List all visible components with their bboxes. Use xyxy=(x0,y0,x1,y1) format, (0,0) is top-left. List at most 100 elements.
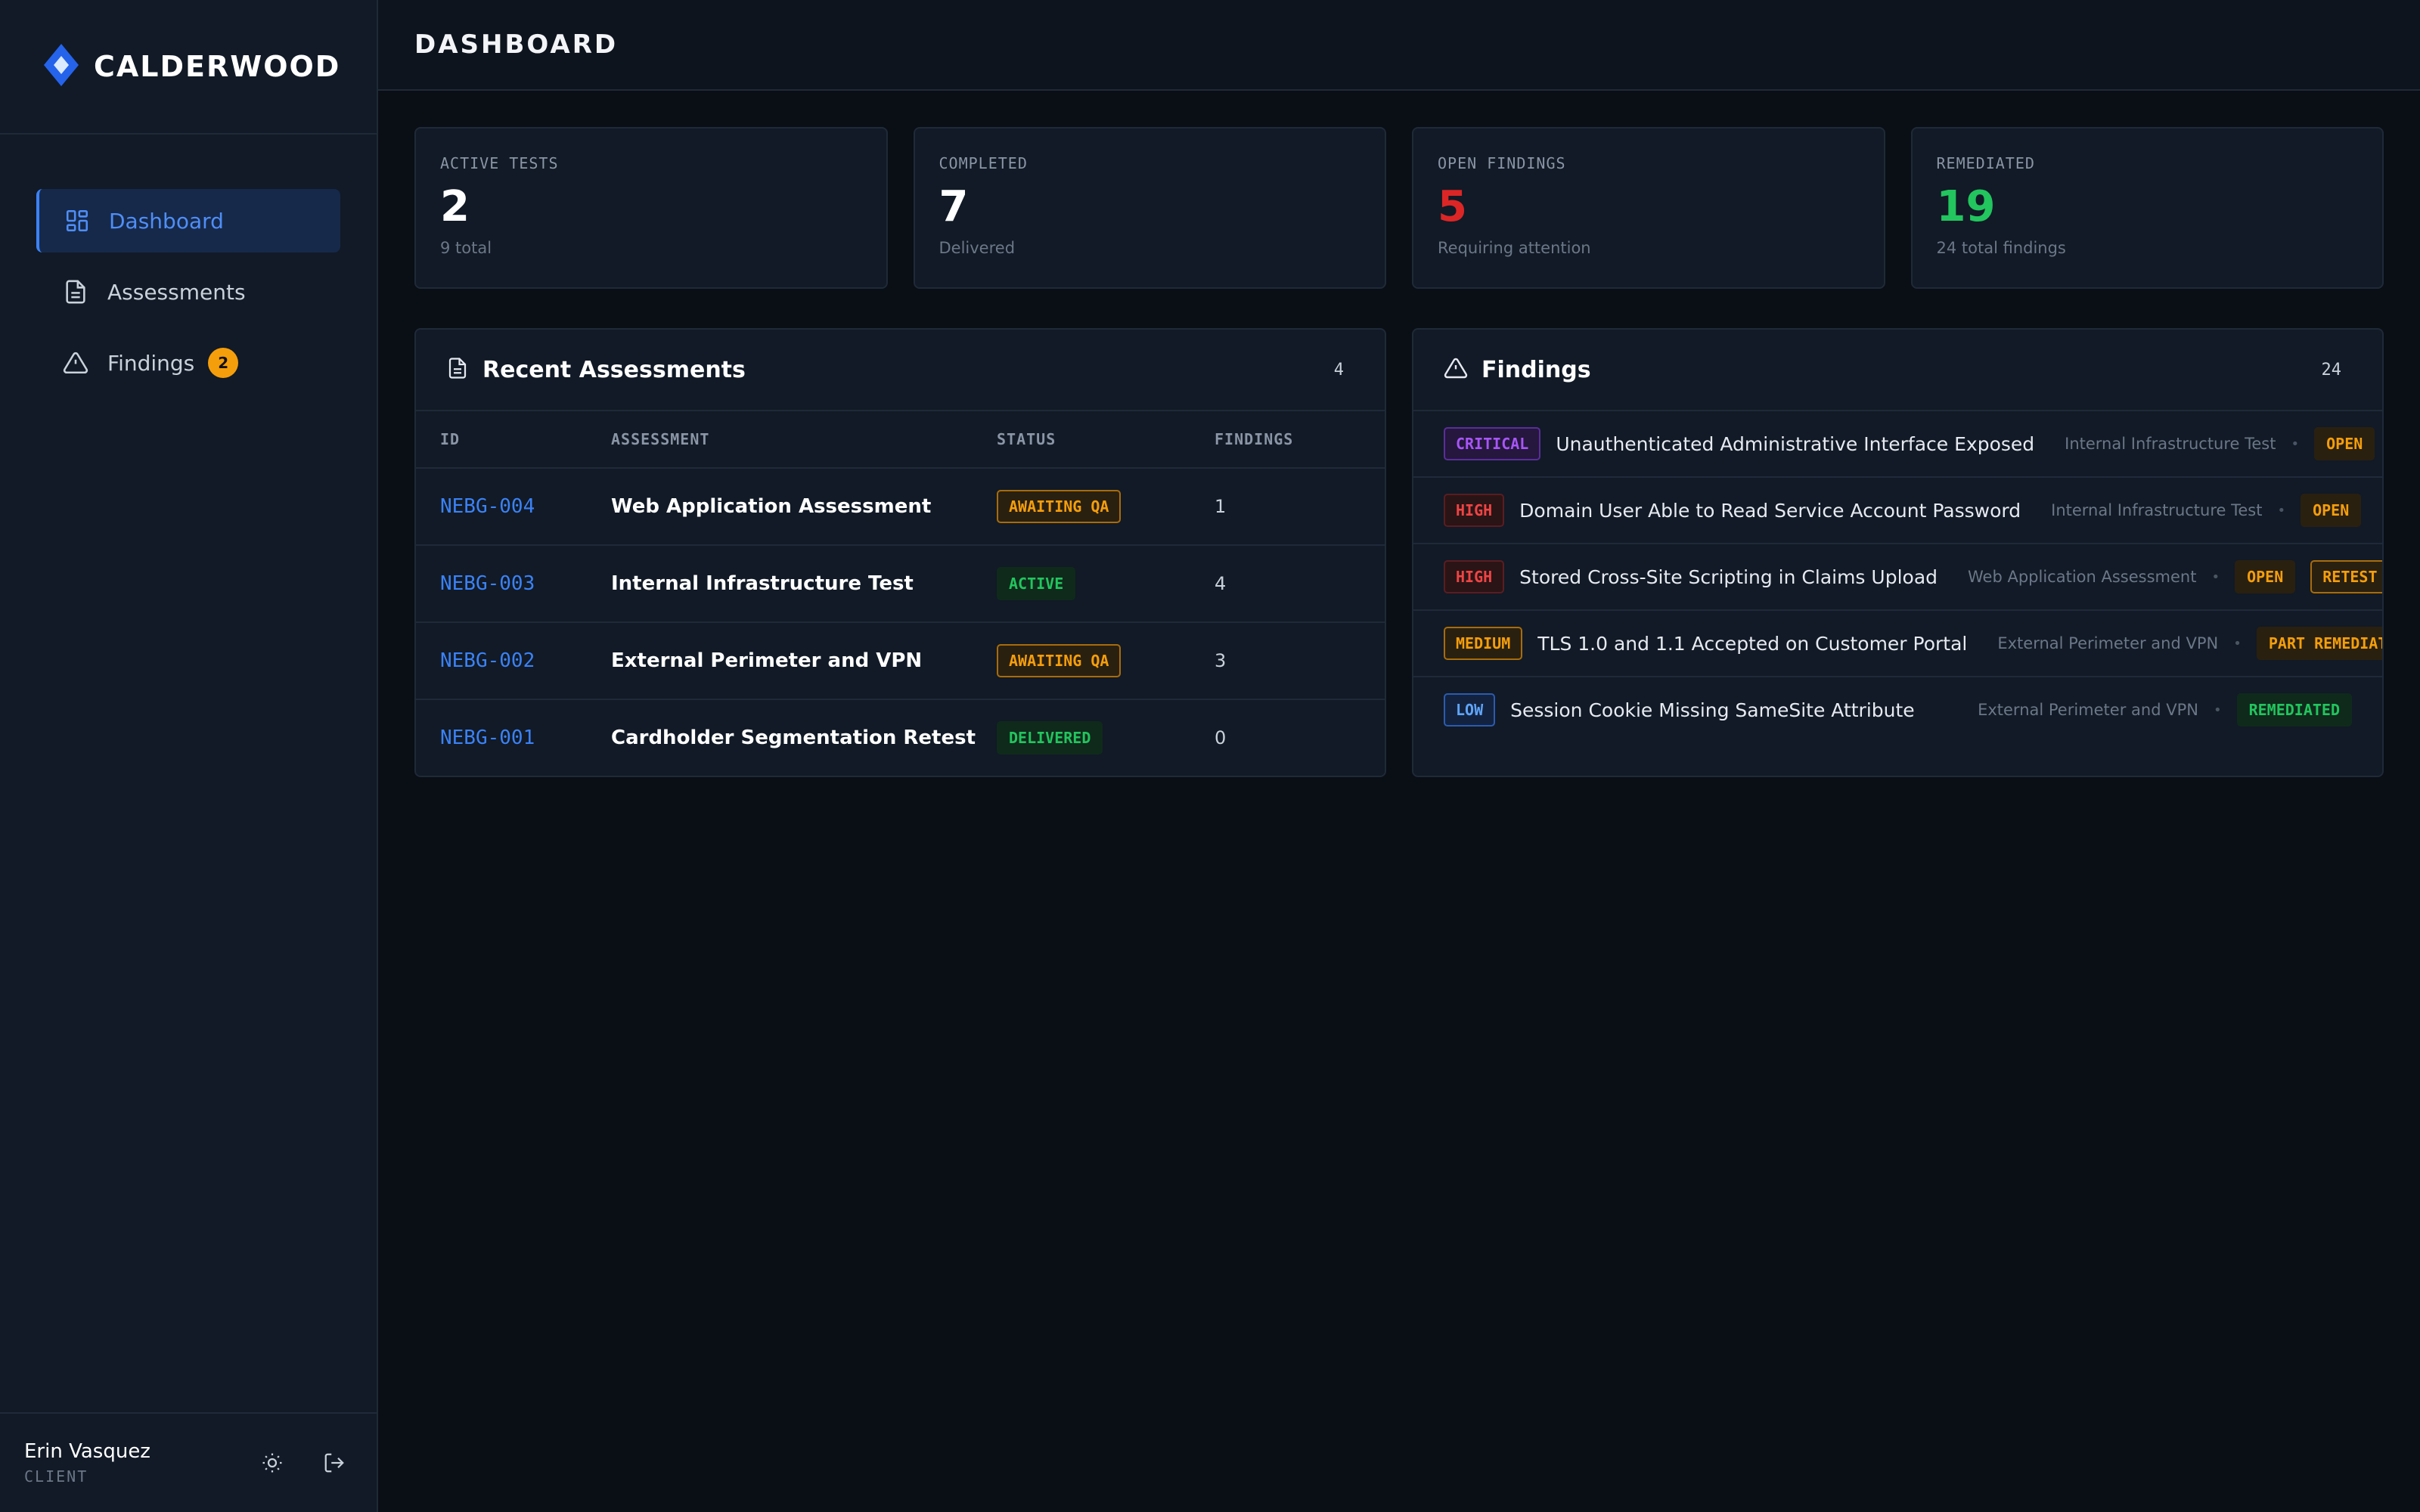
finding-item[interactable]: MEDIUM TLS 1.0 and 1.1 Accepted on Custo… xyxy=(1413,611,2382,677)
severity-badge: HIGH xyxy=(1444,560,1505,593)
column-header-id[interactable]: ID xyxy=(416,411,611,469)
finding-source: Web Application Assessment xyxy=(1968,568,2197,586)
finding-title[interactable]: Unauthenticated Administrative Interface… xyxy=(1556,433,2034,455)
status-badge: DELIVERED xyxy=(997,721,1103,754)
panel-count: 24 xyxy=(2321,360,2342,380)
separator-dot: • xyxy=(2291,435,2300,452)
stat-value: 19 xyxy=(1936,182,1996,231)
finding-item[interactable]: HIGH Stored Cross-Site Scripting in Clai… xyxy=(1413,544,2382,611)
brand[interactable]: CALDERWOOD xyxy=(0,0,377,135)
status-badge: AWAITING QA xyxy=(997,644,1122,677)
status-badge: OPEN xyxy=(2314,427,2375,460)
column-header-findings[interactable]: FINDINGS xyxy=(1215,411,1385,469)
assessment-name[interactable]: External Perimeter and VPN xyxy=(611,649,922,672)
finding-source: Internal Infrastructure Test xyxy=(2065,435,2276,453)
finding-title[interactable]: Domain User Able to Read Service Account… xyxy=(1519,500,2021,522)
user-name: Erin Vasquez xyxy=(24,1440,150,1463)
assessment-id-link[interactable]: NEBG-004 xyxy=(440,495,535,518)
finding-source: Internal Infrastructure Test xyxy=(2051,501,2263,519)
status-badge: ACTIVE xyxy=(997,567,1076,600)
findings-count: 1 xyxy=(1215,496,1227,517)
logo-diamond-icon xyxy=(42,42,80,91)
findings-count: 0 xyxy=(1215,727,1227,748)
severity-badge: LOW xyxy=(1444,693,1496,727)
separator-dot: • xyxy=(2277,502,2286,519)
stat-value: 7 xyxy=(939,182,969,231)
logout-icon[interactable] xyxy=(316,1445,352,1481)
sidebar: CALDERWOOD Dashboard Assessments Finding… xyxy=(0,0,378,1512)
panels-row: Recent Assessments 4 ID ASSESSMENT STATU… xyxy=(414,328,2384,777)
dashboard-icon xyxy=(62,206,92,236)
document-icon xyxy=(60,277,91,307)
table-row[interactable]: NEBG-003 Internal Infrastructure Test AC… xyxy=(416,545,1385,623)
finding-item[interactable]: HIGH Domain User Able to Read Service Ac… xyxy=(1413,478,2382,544)
sidebar-item-findings[interactable]: Findings 2 xyxy=(36,331,340,395)
stat-subtext: 24 total findings xyxy=(1936,239,2066,257)
finding-item[interactable]: LOW Session Cookie Missing SameSite Attr… xyxy=(1413,677,2382,742)
stats-row: ACTIVE TESTS 2 9 total COMPLETED 7 Deliv… xyxy=(414,127,2384,289)
table-row[interactable]: NEBG-002 External Perimeter and VPN AWAI… xyxy=(416,622,1385,700)
stat-subtext: Requiring attention xyxy=(1438,239,1591,257)
finding-title[interactable]: Session Cookie Missing SameSite Attribut… xyxy=(1510,699,1915,721)
stat-label: ACTIVE TESTS xyxy=(440,154,559,172)
sidebar-item-label: Dashboard xyxy=(109,208,224,234)
status-badge: REMEDIATED xyxy=(2236,693,2352,727)
assessment-name[interactable]: Web Application Assessment xyxy=(611,495,931,518)
separator-dot: • xyxy=(2211,569,2220,585)
separator-dot: • xyxy=(2213,702,2222,718)
stat-card-remediated: REMEDIATED 19 24 total findings xyxy=(1910,127,2384,289)
findings-panel: Findings 24 CRITICAL Unauthenticated Adm… xyxy=(1412,328,2384,777)
retest-badge: RETEST xyxy=(2310,560,2382,593)
user-role: CLIENT xyxy=(24,1467,88,1486)
assessment-id-link[interactable]: NEBG-003 xyxy=(440,572,535,595)
sidebar-item-label: Assessments xyxy=(107,279,246,305)
findings-count: 3 xyxy=(1215,650,1227,671)
findings-count-badge: 2 xyxy=(208,348,239,378)
finding-source: External Perimeter and VPN xyxy=(1978,701,2198,719)
table-row[interactable]: NEBG-004 Web Application Assessment AWAI… xyxy=(416,468,1385,546)
finding-title[interactable]: TLS 1.0 and 1.1 Accepted on Customer Por… xyxy=(1537,633,1967,655)
separator-dot: • xyxy=(2233,635,2242,652)
finding-source: External Perimeter and VPN xyxy=(1997,634,2219,652)
panel-title: Findings xyxy=(1481,356,1591,383)
column-header-assessment[interactable]: ASSESSMENT xyxy=(611,411,997,469)
recent-assessments-panel: Recent Assessments 4 ID ASSESSMENT STATU… xyxy=(414,328,1386,777)
brand-name: CALDERWOOD xyxy=(94,50,341,83)
stat-value: 2 xyxy=(440,182,470,231)
topbar: DASHBOARD xyxy=(378,0,2420,91)
panel-title: Recent Assessments xyxy=(482,356,746,383)
stat-card-active-tests: ACTIVE TESTS 2 9 total xyxy=(414,127,888,289)
stat-label: OPEN FINDINGS xyxy=(1438,154,1566,172)
status-badge: OPEN xyxy=(2235,560,2296,593)
main-content: DASHBOARD ACTIVE TESTS 2 9 total COMPLET… xyxy=(378,0,2420,1512)
stat-card-open-findings: OPEN FINDINGS 5 Requiring attention xyxy=(1412,127,1885,289)
panel-header: Findings 24 xyxy=(1413,330,2382,411)
column-header-status[interactable]: STATUS xyxy=(997,411,1215,469)
finding-title[interactable]: Stored Cross-Site Scripting in Claims Up… xyxy=(1519,566,1938,588)
assessment-id-link[interactable]: NEBG-001 xyxy=(440,727,535,749)
app-root: CALDERWOOD Dashboard Assessments Finding… xyxy=(0,0,2420,1512)
assessment-id-link[interactable]: NEBG-002 xyxy=(440,649,535,672)
status-badge: AWAITING QA xyxy=(997,490,1122,523)
severity-badge: HIGH xyxy=(1444,494,1505,527)
user-info: Erin Vasquez CLIENT xyxy=(24,1440,228,1486)
finding-item[interactable]: CRITICAL Unauthenticated Administrative … xyxy=(1413,411,2382,478)
severity-badge: MEDIUM xyxy=(1444,627,1523,660)
theme-toggle-sun-icon[interactable] xyxy=(254,1445,290,1481)
assessments-table: ID ASSESSMENT STATUS FINDINGS NEBG-004 W… xyxy=(416,411,1385,776)
severity-badge: CRITICAL xyxy=(1444,427,1541,460)
stat-subtext: 9 total xyxy=(440,239,492,257)
sidebar-item-dashboard[interactable]: Dashboard xyxy=(36,189,340,253)
sidebar-nav: Dashboard Assessments Findings 2 xyxy=(0,135,377,395)
stat-label: COMPLETED xyxy=(939,154,1028,172)
user-footer: Erin Vasquez CLIENT xyxy=(0,1412,377,1512)
warning-icon xyxy=(1444,356,1468,383)
stat-value: 5 xyxy=(1438,182,1467,231)
assessment-name[interactable]: Cardholder Segmentation Retest xyxy=(611,727,976,749)
page-title: DASHBOARD xyxy=(414,29,619,60)
stat-subtext: Delivered xyxy=(939,239,1016,257)
table-row[interactable]: NEBG-001 Cardholder Segmentation Retest … xyxy=(416,699,1385,776)
findings-count: 4 xyxy=(1215,573,1227,594)
sidebar-item-assessments[interactable]: Assessments xyxy=(36,260,340,324)
assessment-name[interactable]: Internal Infrastructure Test xyxy=(611,572,914,595)
